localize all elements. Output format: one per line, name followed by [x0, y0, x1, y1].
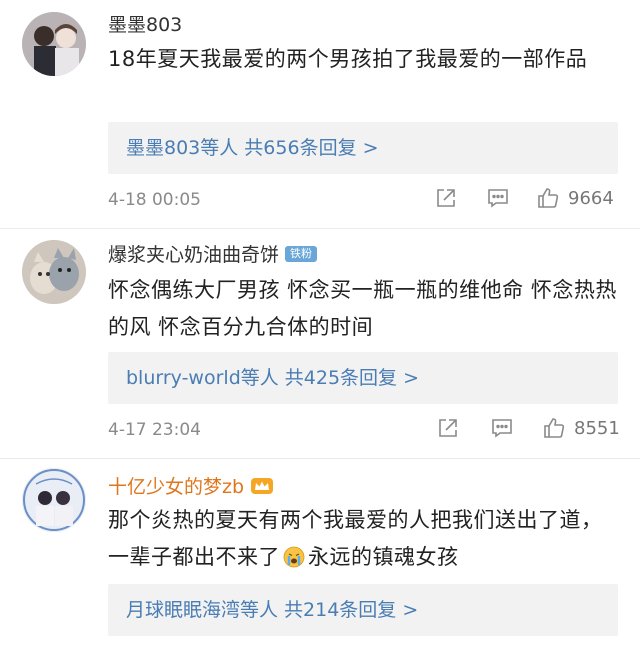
thumbs-up-icon	[538, 188, 559, 208]
comment-item: 墨墨803 18年夏天我最爱的两个男孩拍了我最爱的一部作品 墨墨803等人 共6…	[0, 0, 640, 228]
fan-badge: 铁粉	[285, 245, 318, 262]
username[interactable]: 十亿少女的梦zb	[108, 472, 274, 499]
crown-icon	[251, 477, 274, 494]
like-count: 8551	[574, 417, 620, 439]
avatar[interactable]	[22, 240, 86, 304]
username-text[interactable]: 爆浆夹心奶油曲奇饼	[108, 240, 279, 267]
avatar-image	[22, 240, 86, 304]
comment-icon[interactable]	[490, 416, 514, 440]
share-icon[interactable]	[436, 416, 460, 440]
comment-text: 怀念偶练大厂男孩 怀念买一瓶一瓶的维他命 怀念热热的风 怀念百分九合体的时间	[108, 278, 617, 339]
timestamp: 4-18 00:05	[108, 190, 201, 210]
reply-summary-box[interactable]: 墨墨803等人 共656条回复 >	[108, 122, 618, 174]
username-text[interactable]: 十亿少女的梦zb	[108, 472, 244, 499]
reply-summary-link[interactable]: 墨墨803等人 共656条回复 >	[126, 122, 379, 174]
timestamp: 4-17 23:04	[108, 420, 201, 440]
comment-meta: 4-18 00:05 9664	[108, 186, 618, 216]
reply-summary-box[interactable]: 月球眠眠海湾等人 共214条回复 >	[108, 584, 618, 636]
comment-icon[interactable]	[486, 186, 510, 210]
comment-text-part: 永远的镇魂女孩	[308, 545, 459, 569]
username-text[interactable]: 墨墨803	[108, 10, 182, 37]
avatar[interactable]	[22, 12, 86, 76]
like-count: 9664	[568, 187, 614, 209]
reply-summary-box[interactable]: blurry-world等人 共425条回复 >	[108, 352, 618, 404]
like-button[interactable]: 8551	[542, 416, 620, 440]
comment-item: 爆浆夹心奶油曲奇饼 铁粉 怀念偶练大厂男孩 怀念买一瓶一瓶的维他命 怀念热热的风…	[0, 228, 640, 456]
like-button[interactable]: 9664	[536, 186, 614, 210]
comment-text: 18年夏天我最爱的两个男孩拍了我最爱的一部作品	[108, 47, 588, 71]
comment-item: 十亿少女的梦zb 那个炎热的夏天有两个我最爱的人把我们送出了道，一辈子都出不来了…	[0, 458, 640, 649]
crying-emoji-icon	[283, 546, 305, 568]
comment-meta: 4-17 23:04 8551	[108, 416, 620, 446]
avatar[interactable]	[22, 468, 86, 532]
thumbs-up-icon	[544, 418, 565, 438]
comment-text: 那个炎热的夏天有两个我最爱的人把我们送出了道，一辈子都出不来了 永远的镇魂女孩	[108, 502, 618, 576]
username[interactable]: 爆浆夹心奶油曲奇饼 铁粉	[108, 240, 318, 267]
avatar-image	[22, 12, 86, 76]
avatar-image	[22, 468, 86, 532]
share-icon[interactable]	[434, 186, 458, 210]
reply-summary-link[interactable]: blurry-world等人 共425条回复 >	[126, 352, 419, 404]
reply-summary-link[interactable]: 月球眠眠海湾等人 共214条回复 >	[126, 584, 418, 636]
username[interactable]: 墨墨803	[108, 10, 182, 37]
